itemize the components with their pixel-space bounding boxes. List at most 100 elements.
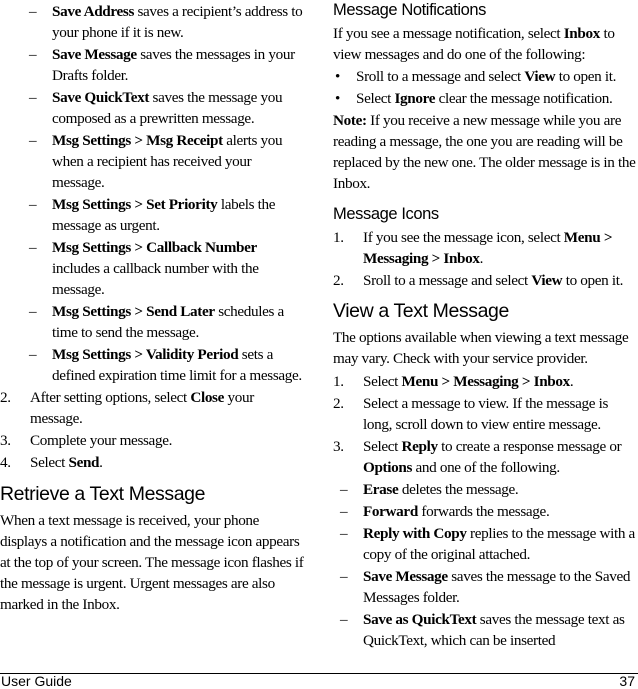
step-item: 2. Select a message to view. If the mess…: [333, 393, 638, 435]
note-text: If you receive a new message while you a…: [333, 112, 636, 192]
step-number: 3.: [333, 438, 344, 455]
step-bold: Send: [68, 454, 100, 471]
page-number: 37: [619, 673, 635, 689]
step-bold: Options: [363, 459, 413, 476]
option-desc: includes a callback number with the mess…: [52, 260, 259, 298]
step-item: 1. Select Menu > Messaging > Inbox.: [333, 371, 638, 392]
option-name: Msg Settings > Send Later: [52, 303, 215, 320]
option-save-as-quicktext: – Save as QuickText saves the message te…: [311, 609, 638, 651]
view-intro: The options available when viewing a tex…: [333, 329, 629, 367]
option-name: Erase: [363, 481, 399, 498]
dash-marker: –: [340, 481, 348, 498]
note-label: Note:: [333, 112, 367, 129]
option-name: Forward: [363, 503, 418, 520]
step-bold: View: [531, 272, 563, 289]
option-set-priority: – Msg Settings > Set Priority labels the…: [0, 194, 305, 236]
step-item: 3. Complete your message.: [0, 430, 305, 451]
message-icons-heading: Message Icons: [333, 205, 439, 223]
compose-options-list: – Save Address saves a recipient’s addre…: [0, 0, 305, 386]
step-bold: Menu > Messaging > Inbox: [401, 373, 570, 390]
step-text: and one of the following.: [412, 459, 560, 476]
view-heading: View a Text Message: [333, 300, 509, 322]
option-name: Save Message: [52, 46, 137, 63]
step-number: 2.: [0, 389, 11, 406]
option-reply-with-copy: – Reply with Copy replies to the message…: [311, 523, 638, 565]
option-name: Save QuickText: [52, 89, 150, 106]
bullet-item: • Sroll to a message and select View to …: [333, 66, 638, 87]
bullet-text: Sroll to a message and select: [356, 68, 525, 85]
step-text: to create a response message or: [437, 438, 622, 455]
step-item: 1. If you see the message icon, select M…: [333, 227, 638, 269]
option-msg-receipt: – Msg Settings > Msg Receipt alerts you …: [0, 130, 305, 193]
step-number: 4.: [0, 454, 11, 471]
option-forward: – Forward forwards the message.: [311, 501, 638, 522]
intro-text: If you see a message notification, selec…: [333, 25, 564, 42]
option-save-message: – Save Message saves the messages in you…: [0, 44, 305, 86]
bullet-item: • Select Ignore clear the message notifi…: [333, 88, 638, 109]
dash-marker: –: [29, 196, 37, 213]
option-desc: deletes the message.: [398, 481, 519, 498]
bullet-marker: •: [335, 90, 340, 107]
step-text: .: [569, 373, 574, 390]
dash-marker: –: [340, 568, 348, 585]
dash-marker: –: [29, 239, 37, 256]
dash-marker: –: [29, 346, 37, 363]
option-name: Save Message: [363, 568, 448, 585]
option-name: Reply with Copy: [363, 525, 467, 542]
step-item: 4. Select Send.: [0, 452, 305, 473]
notifications-heading: Message Notifications: [333, 1, 487, 19]
option-erase: – Erase deletes the message.: [311, 479, 638, 500]
compose-steps-list: 2. After setting options, select Close y…: [0, 387, 305, 473]
bullet-bold: View: [524, 68, 556, 85]
step-number: 2.: [333, 395, 344, 412]
option-save-quicktext: – Save QuickText saves the message you c…: [0, 87, 305, 129]
step-number: 2.: [333, 272, 344, 289]
step-bold: Close: [190, 389, 225, 406]
option-save-message: – Save Message saves the message to the …: [311, 566, 638, 608]
step-number: 1.: [333, 229, 344, 246]
option-desc: forwards the message.: [417, 503, 550, 520]
step-text: .: [99, 454, 103, 471]
dash-marker: –: [29, 132, 37, 149]
bullet-marker: •: [335, 68, 340, 85]
step-text: Complete your message.: [30, 432, 173, 449]
option-name: Msg Settings > Msg Receipt: [52, 132, 223, 149]
dash-marker: –: [29, 303, 37, 320]
dash-marker: –: [340, 611, 348, 628]
dash-marker: –: [29, 3, 37, 20]
bullet-text: to open it.: [555, 68, 617, 85]
bullet-bold: Ignore: [394, 90, 436, 107]
bullet-text: Select: [356, 90, 395, 107]
option-name: Msg Settings > Callback Number: [52, 239, 257, 256]
step-bold: Reply: [401, 438, 438, 455]
step-text: Sroll to a message and select: [363, 272, 532, 289]
dash-marker: –: [340, 525, 348, 542]
step-text: After setting options, select: [30, 389, 191, 406]
intro-bold: Inbox: [563, 25, 601, 42]
step-item: 2. After setting options, select Close y…: [0, 387, 305, 429]
bullet-text: clear the message notification.: [435, 90, 613, 107]
left-column: – Save Address saves a recipient’s addre…: [0, 0, 305, 615]
option-validity-period: – Msg Settings > Validity Period sets a …: [0, 344, 305, 386]
step-number: 1.: [333, 373, 344, 390]
dash-marker: –: [29, 89, 37, 106]
step-text: to open it.: [562, 272, 624, 289]
retrieve-heading: Retrieve a Text Message: [0, 483, 206, 505]
step-text: Select: [363, 438, 402, 455]
step-text: If you see the message icon, select: [363, 229, 564, 246]
step-number: 3.: [0, 432, 11, 449]
right-column: Message Notifications If you see a messa…: [333, 0, 638, 652]
option-send-later: – Msg Settings > Send Later schedules a …: [0, 301, 305, 343]
step-text: Select: [363, 373, 402, 390]
option-name: Save as QuickText: [363, 611, 477, 628]
option-name: Save Address: [52, 3, 135, 20]
step-text: .: [479, 250, 484, 267]
dash-marker: –: [340, 503, 348, 520]
view-options-list: – Erase deletes the message. – Forward f…: [311, 479, 638, 651]
step-item: 2. Sroll to a message and select View to…: [333, 270, 638, 291]
dash-marker: –: [29, 46, 37, 63]
step-item: 3. Select Reply to create a response mes…: [333, 436, 638, 478]
notifications-intro: If you see a message notification, selec…: [333, 23, 638, 65]
step-text: Select a message to view. If the message…: [363, 395, 609, 433]
option-name: Msg Settings > Validity Period: [52, 346, 239, 363]
